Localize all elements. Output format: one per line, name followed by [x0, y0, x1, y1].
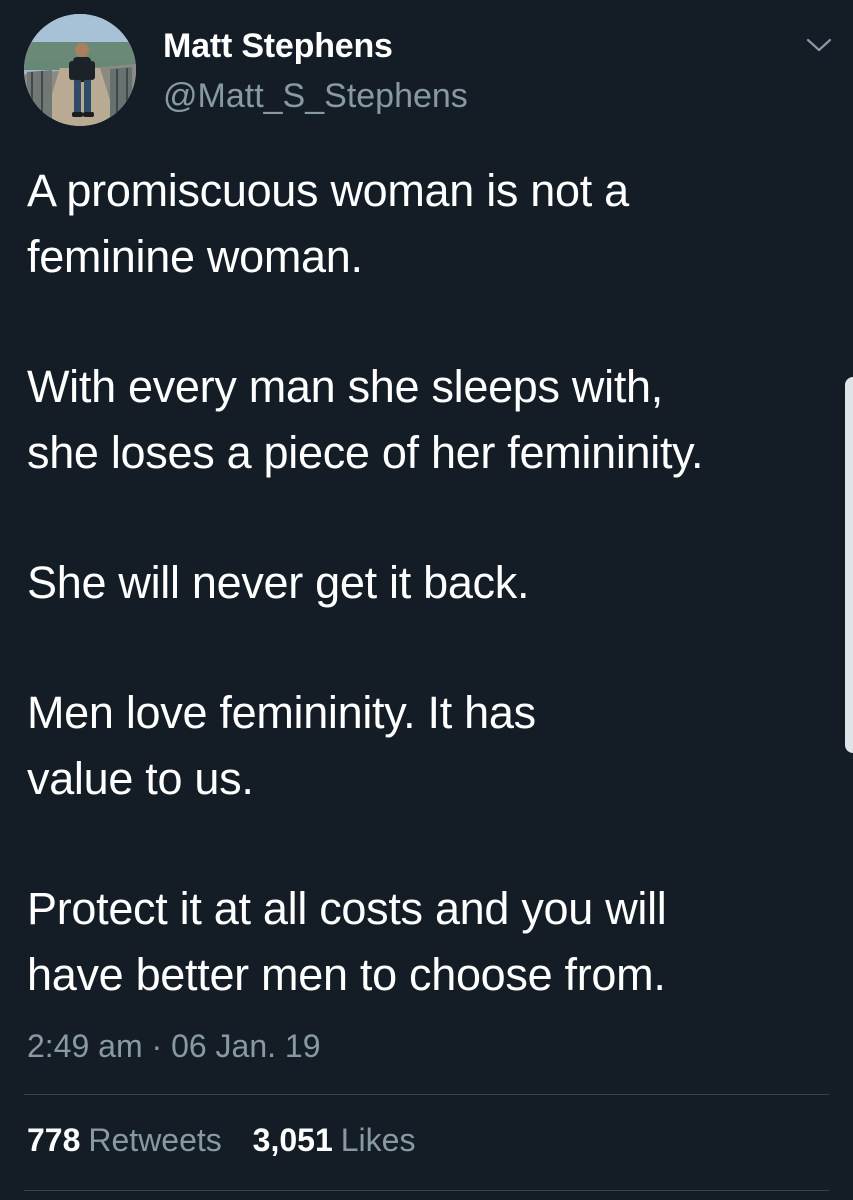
tweet-detail: Matt Stephens @Matt_S_Stephens A promisc… — [0, 0, 853, 1200]
scroll-handle[interactable] — [845, 377, 853, 753]
likes-label: Likes — [340, 1122, 416, 1158]
divider — [24, 1094, 829, 1095]
tweet-paragraph: She will never get it back. — [27, 550, 839, 616]
tweet-text: A promiscuous woman is not a feminine wo… — [27, 158, 839, 1072]
tweet-paragraph: With every man she sleeps with, she lose… — [27, 354, 839, 486]
tweet-line: With every man she sleeps with, — [27, 361, 663, 412]
chevron-down-icon[interactable] — [804, 34, 834, 56]
likes-stat[interactable]: 3,051 Likes — [253, 1118, 416, 1162]
author-name[interactable]: Matt Stephens — [163, 24, 393, 68]
retweets-stat[interactable]: 778 Retweets — [27, 1118, 222, 1162]
tweet-paragraph: A promiscuous woman is not a feminine wo… — [27, 158, 839, 290]
tweet-line: she loses a piece of her femininity. — [27, 427, 704, 478]
tweet-paragraph: Men love femininity. It has value to us. — [27, 680, 839, 812]
retweets-count: 778 — [27, 1122, 81, 1158]
likes-count: 3,051 — [252, 1122, 333, 1158]
tweet-line: have better men to choose from. — [27, 949, 666, 1000]
tweet-line: Men love femininity. It has — [27, 687, 536, 738]
profile-photo-image — [24, 14, 136, 126]
tweet-stats: 778 Retweets 3,051 Likes — [27, 1118, 437, 1162]
tweet-line: A promiscuous woman is not a — [27, 165, 629, 216]
divider — [24, 1190, 829, 1191]
tweet-line: value to us. — [27, 753, 254, 804]
avatar[interactable] — [24, 14, 136, 126]
tweet-line: She will never get it back. — [27, 557, 530, 608]
tweet-line: feminine woman. — [27, 231, 363, 282]
author-handle[interactable]: @Matt_S_Stephens — [163, 74, 468, 118]
tweet-timestamp[interactable]: 2:49 am · 06 Jan. 19 — [27, 1024, 321, 1068]
retweets-label: Retweets — [88, 1122, 222, 1158]
tweet-paragraph: Protect it at all costs and you will hav… — [27, 876, 839, 1008]
tweet-line: Protect it at all costs and you will — [27, 883, 667, 934]
